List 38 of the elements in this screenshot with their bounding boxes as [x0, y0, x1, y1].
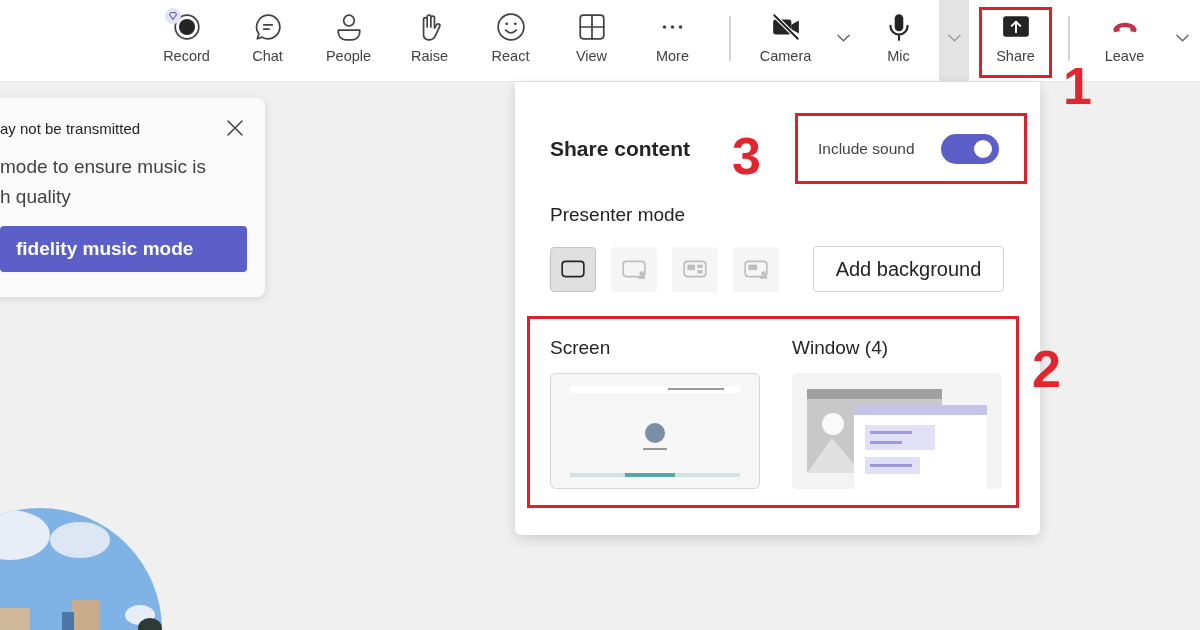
toolbar-button[interactable]: People — [308, 0, 389, 81]
layout-icon — [743, 258, 769, 280]
screen-thumbnail-drawing[interactable] — [550, 373, 760, 489]
smiley-icon — [495, 12, 526, 42]
layout-icon — [682, 258, 708, 280]
source-label: Screen — [550, 337, 612, 359]
sound-toggle[interactable] — [941, 133, 999, 164]
chevron-down-icon — [1174, 32, 1190, 43]
notification-title: ay not be transmitted — [0, 119, 141, 137]
grid-icon — [576, 12, 607, 42]
window-thumbnail-drawing[interactable] — [792, 373, 1002, 489]
chevron-down-icon — [835, 32, 851, 43]
toolbar-button[interactable]: Raise — [389, 0, 470, 81]
annotation-number: 2 — [1032, 343, 1061, 395]
chevron-down-icon — [946, 32, 962, 43]
toolbar-button[interactable]: Share — [982, 10, 1049, 75]
toolbar-button[interactable]: View — [551, 0, 632, 81]
layout-icon — [621, 258, 647, 280]
presenter-mode-button[interactable] — [550, 246, 596, 292]
notification-text: mode to ensure music is h quality — [0, 155, 206, 209]
panel-title: Share content — [550, 136, 691, 161]
record-icon — [171, 12, 202, 42]
toggle-label: Include sound — [818, 139, 915, 158]
section-label: Presenter mode — [550, 204, 686, 226]
toolbar-button[interactable]: Record — [146, 0, 227, 81]
source-label: Window (4) — [792, 337, 890, 359]
dropdown-button[interactable] — [939, 0, 969, 81]
rectangle-icon — [560, 258, 586, 280]
music-mode-button[interactable]: fidelity music mode — [0, 226, 247, 272]
close-icon[interactable] — [225, 118, 245, 138]
toolbar-button[interactable]: React — [470, 0, 551, 81]
annotation-number: 3 — [732, 130, 761, 182]
toolbar-button[interactable]: Chat — [227, 0, 308, 81]
toolbar-button[interactable]: Mic — [858, 0, 939, 81]
toolbar-button[interactable]: More — [632, 0, 713, 81]
toolbar-button[interactable]: Camera — [745, 0, 826, 81]
add-background-button[interactable]: Add background — [813, 246, 1004, 292]
more-icon — [662, 25, 683, 29]
